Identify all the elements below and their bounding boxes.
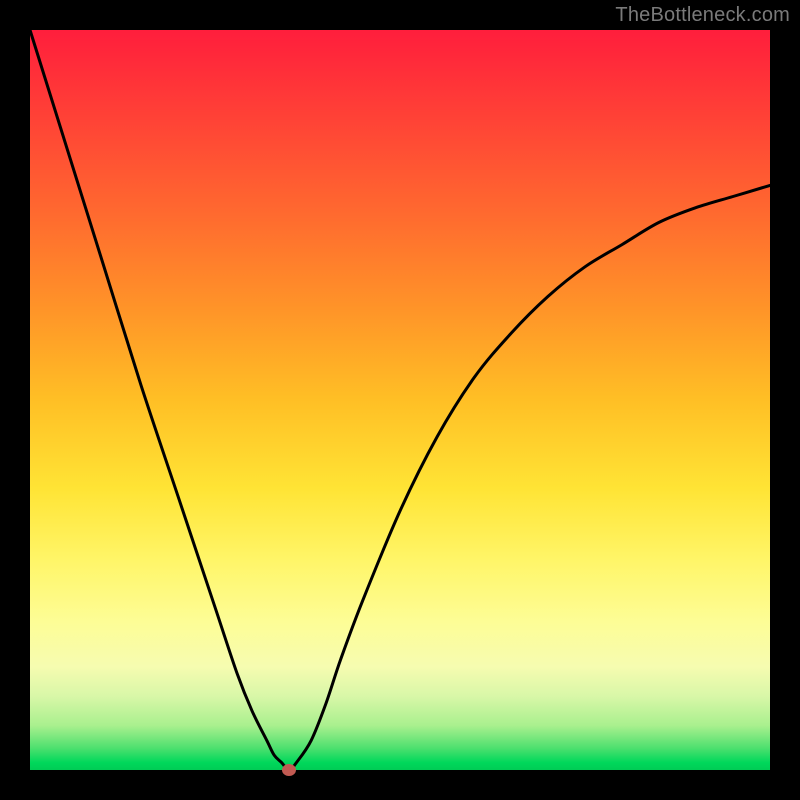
watermark-text: TheBottleneck.com xyxy=(615,4,790,27)
chart-frame: TheBottleneck.com xyxy=(0,0,800,800)
plot-area xyxy=(30,30,770,770)
bottleneck-curve xyxy=(30,30,770,770)
minimum-marker-icon xyxy=(282,764,296,776)
